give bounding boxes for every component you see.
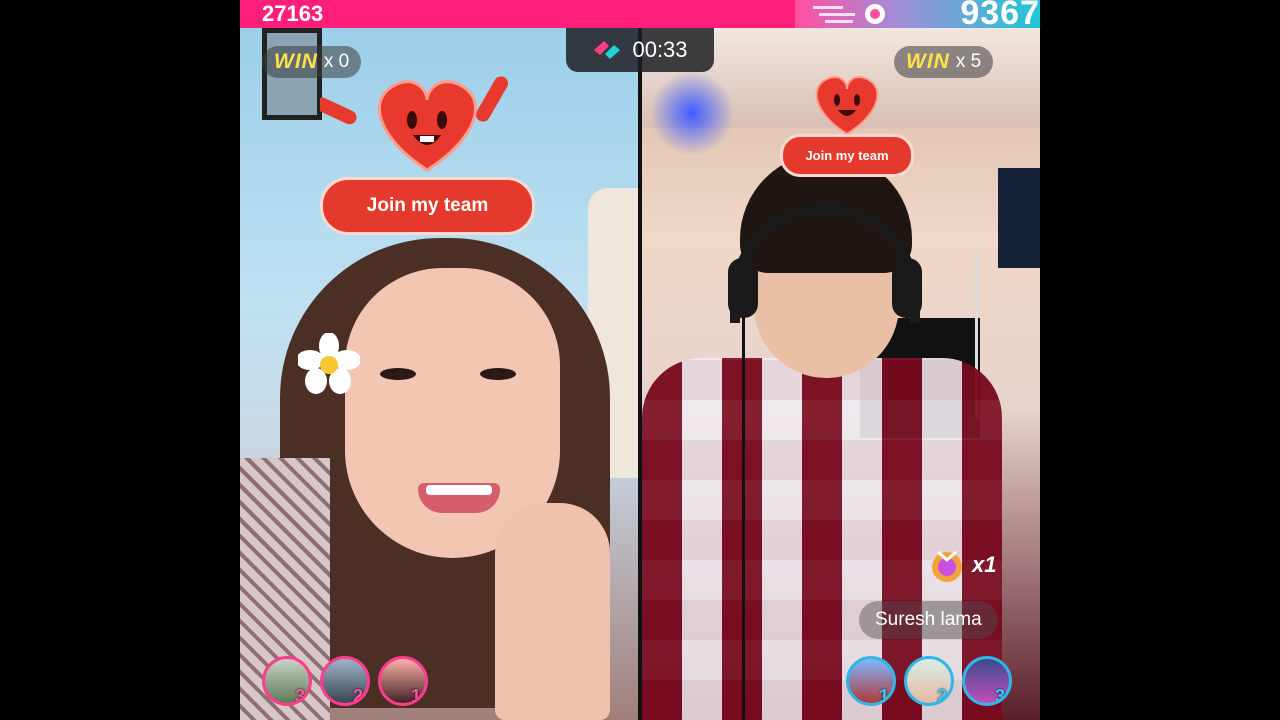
right-score-area: 9367	[795, 0, 1040, 32]
supporter-avatar[interactable]: 2	[320, 656, 370, 706]
battle-score-bar: 27163 9367	[240, 0, 1040, 32]
flower-icon	[298, 333, 360, 394]
gift-indicator: x1	[928, 546, 996, 584]
top-supporters-left: 3 2 1	[262, 656, 428, 706]
win-count: x 5	[955, 51, 982, 72]
join-team-sticker-right[interactable]: Join my team	[780, 62, 914, 177]
supporter-avatar[interactable]: 3	[962, 656, 1012, 706]
win-label: WIN	[274, 50, 318, 73]
win-count: x 0	[323, 51, 350, 72]
supporter-rank: 1	[878, 686, 889, 706]
supporter-rank: 2	[352, 686, 363, 706]
supporter-rank: 1	[410, 686, 421, 706]
win-streak-badge-right: WIN x 5	[894, 46, 994, 78]
top-supporters-right: 1 2 3	[846, 656, 1012, 706]
supporter-rank: 2	[936, 686, 947, 706]
supporter-avatar[interactable]: 3	[262, 656, 312, 706]
host-left-eye	[380, 368, 416, 380]
headphone-cable	[742, 318, 752, 720]
headphone-right-cup	[892, 258, 922, 318]
join-team-label: Join my team	[780, 134, 914, 177]
streak-icon	[813, 4, 885, 24]
headphone-left-cup	[728, 258, 758, 318]
host-teeth	[426, 485, 492, 495]
host-hand	[495, 503, 610, 720]
supporter-rank: 3	[994, 686, 1005, 706]
gift-icon	[932, 550, 962, 582]
join-team-sticker-left[interactable]: Join my team	[320, 60, 535, 235]
join-team-label: Join my team	[320, 177, 535, 235]
supporter-rank: 3	[294, 686, 305, 706]
left-score: 27163	[240, 0, 795, 28]
streamer-name-chip[interactable]: Suresh lama	[859, 601, 998, 639]
timer-countdown: 00:33	[632, 37, 688, 62]
supporter-avatar[interactable]: 2	[904, 656, 954, 706]
battle-versus-icon	[594, 41, 621, 59]
win-streak-badge-left: WIN x 0	[262, 46, 362, 78]
live-battle-stage: 27163 9367 Join my team Join my team WIN…	[240, 0, 1040, 720]
win-label: WIN	[906, 50, 950, 73]
gift-multiplier: x1	[972, 552, 997, 577]
battle-timer: 00:33	[566, 28, 714, 72]
supporter-avatar[interactable]: 1	[846, 656, 896, 706]
studio-light	[652, 68, 732, 158]
supporter-avatar[interactable]: 1	[378, 656, 428, 706]
host-right-eye	[480, 368, 516, 380]
